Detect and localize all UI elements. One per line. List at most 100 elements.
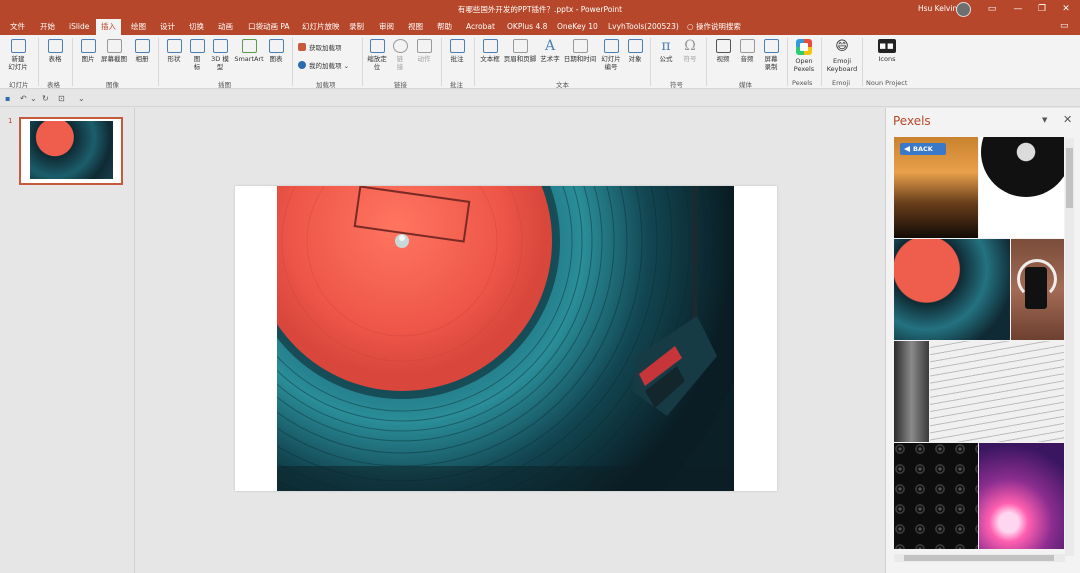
tab-onekey[interactable]: OneKey 10	[552, 19, 603, 35]
audio-button[interactable]: 音频	[736, 39, 758, 63]
pane-options-icon[interactable]: ▼	[1042, 116, 1047, 124]
tab-lvyhtools[interactable]: LvyhTools(200523)	[603, 19, 684, 35]
new-slide-button[interactable]: 新建 幻灯片	[5, 39, 31, 71]
tab-slideshow[interactable]: 幻灯片放映	[297, 19, 345, 35]
pexels-photo-microphone[interactable]	[979, 443, 1064, 549]
pexels-photo-turntable[interactable]	[894, 239, 1010, 340]
smartart-button[interactable]: SmartArt	[233, 39, 265, 63]
cube-icon	[212, 39, 228, 53]
redo-icon[interactable]: ↻	[42, 93, 49, 104]
close-icon[interactable]: ✕	[1063, 113, 1072, 126]
undo-dropdown-icon[interactable]: ⌄	[30, 93, 37, 104]
pexels-photo-concert[interactable]: BACK	[894, 137, 978, 238]
date-time-label: 日期和时间	[563, 55, 597, 63]
chart-button[interactable]: 图表	[266, 39, 286, 63]
action-button[interactable]: 动作	[413, 39, 435, 63]
date-time-button[interactable]: 日期和时间	[563, 39, 597, 63]
tab-pocket-animation[interactable]: 口袋动画 PA	[243, 19, 295, 35]
zoom-button[interactable]: 缩放定 位	[366, 39, 388, 71]
save-icon[interactable]: ▪	[5, 93, 10, 104]
group-divider	[821, 38, 822, 86]
undo-icon[interactable]: ↶	[20, 93, 27, 104]
tell-me-search[interactable]: ○ 操作说明搜索	[682, 19, 746, 35]
tab-record[interactable]: 录制	[344, 19, 369, 35]
pexels-photo-guitar[interactable]	[894, 341, 929, 442]
customize-toolbar-icon[interactable]: ⌄	[78, 93, 85, 104]
slide-number-button[interactable]: 幻灯片 编号	[599, 39, 623, 71]
tab-animations[interactable]: 动画	[213, 19, 238, 35]
group-label-comments: 批注	[450, 81, 463, 89]
minimize-button[interactable]: —	[1010, 2, 1026, 16]
speaker-icon	[739, 39, 755, 53]
noun-project-icons-button[interactable]: ■■ Icons	[874, 39, 900, 63]
slide[interactable]	[235, 186, 777, 491]
wordart-button[interactable]: A 艺术字	[538, 39, 562, 63]
new-slide-icon	[10, 39, 26, 53]
comments-icon[interactable]: ▭	[1060, 21, 1072, 33]
avatar[interactable]	[956, 2, 971, 17]
picture-button[interactable]: 图片	[77, 39, 99, 63]
restore-button[interactable]: ❐	[1034, 2, 1050, 16]
tab-review[interactable]: 审阅	[374, 19, 399, 35]
pexels-photo-sheet-music[interactable]	[930, 341, 1064, 442]
comment-button[interactable]: 批注	[446, 39, 468, 63]
equation-button[interactable]: π 公式	[655, 39, 677, 63]
tab-draw[interactable]: 绘图	[126, 19, 151, 35]
tab-home[interactable]: 开始	[35, 19, 60, 35]
tab-file[interactable]: 文件	[5, 19, 30, 35]
tab-view[interactable]: 视图	[403, 19, 428, 35]
slide-thumbnail[interactable]	[19, 117, 123, 185]
group-divider	[706, 38, 707, 86]
back-button[interactable]: BACK	[900, 143, 946, 155]
pexels-photo-phone-headphones[interactable]	[1011, 239, 1064, 340]
pexels-photo-vinyl-disc[interactable]	[979, 137, 1064, 238]
tab-okplus[interactable]: OKPlus 4.8	[502, 19, 552, 35]
symbol-button[interactable]: Ω 符号	[680, 39, 700, 63]
emoji-face-icon: 😄	[835, 39, 849, 54]
video-button[interactable]: 视频	[712, 39, 734, 63]
link-button[interactable]: 链 接	[390, 39, 410, 71]
scrollbar-thumb[interactable]	[1066, 148, 1073, 208]
ribbon-display-options-icon[interactable]: ▭	[984, 2, 1000, 16]
object-button[interactable]: 对象	[625, 39, 645, 63]
close-button[interactable]: ✕	[1058, 2, 1074, 16]
smartart-label: SmartArt	[234, 55, 264, 63]
tab-islide[interactable]: iSlide	[64, 19, 94, 35]
vertical-scrollbar[interactable]	[1065, 138, 1074, 556]
screen-recording-button[interactable]: 屏幕 录制	[760, 39, 782, 71]
my-addins-button[interactable]: 我的加载项 ⌄	[298, 61, 349, 71]
video-label: 视频	[716, 55, 730, 63]
textbox-button[interactable]: 文本框	[478, 39, 502, 63]
noun-project-icons-label: Icons	[878, 55, 896, 63]
get-addins-button[interactable]: 获取加载项	[298, 43, 342, 53]
icons-button[interactable]: 图 标	[187, 39, 207, 71]
icons-insert-icon	[189, 39, 205, 53]
wordart-label: 艺术字	[540, 55, 560, 63]
group-divider	[38, 38, 39, 86]
group-label-emoji: Emoji	[832, 79, 851, 87]
screenshot-button[interactable]: 屏幕截图	[99, 39, 129, 63]
tab-transitions[interactable]: 切换	[184, 19, 209, 35]
3d-models-button[interactable]: 3D 模 型	[208, 39, 232, 71]
thumbnail-image	[30, 121, 113, 179]
ribbon-tabs: 文件 开始 iSlide 插入 绘图 设计 切换 动画 口袋动画 PA 幻灯片放…	[0, 19, 1080, 35]
emoji-keyboard-button[interactable]: 😄 Emoji Keyboard	[824, 39, 860, 73]
tab-help[interactable]: 帮助	[432, 19, 457, 35]
tab-acrobat[interactable]: Acrobat	[461, 19, 500, 35]
shapes-button[interactable]: 形状	[163, 39, 185, 63]
table-label: 表格	[48, 55, 62, 63]
pexels-photo-mixer[interactable]	[894, 443, 978, 549]
horizontal-scrollbar[interactable]	[894, 554, 1065, 562]
horizontal-scrollbar-thumb[interactable]	[904, 555, 1054, 561]
video-icon	[715, 39, 731, 53]
header-footer-button[interactable]: 页眉和页脚	[503, 39, 537, 63]
tab-design[interactable]: 设计	[155, 19, 180, 35]
vinyl-record-photo[interactable]	[277, 186, 734, 491]
start-from-beginning-icon[interactable]: ⊡	[58, 93, 65, 104]
user-name[interactable]: Hsu Kelvin	[918, 4, 957, 13]
header-footer-label: 页眉和页脚	[503, 55, 537, 63]
tab-insert[interactable]: 插入	[96, 19, 121, 35]
table-button[interactable]: 表格	[44, 39, 66, 63]
album-button[interactable]: 相册	[131, 39, 153, 63]
open-pexels-button[interactable]: Open Pexels	[791, 39, 817, 73]
